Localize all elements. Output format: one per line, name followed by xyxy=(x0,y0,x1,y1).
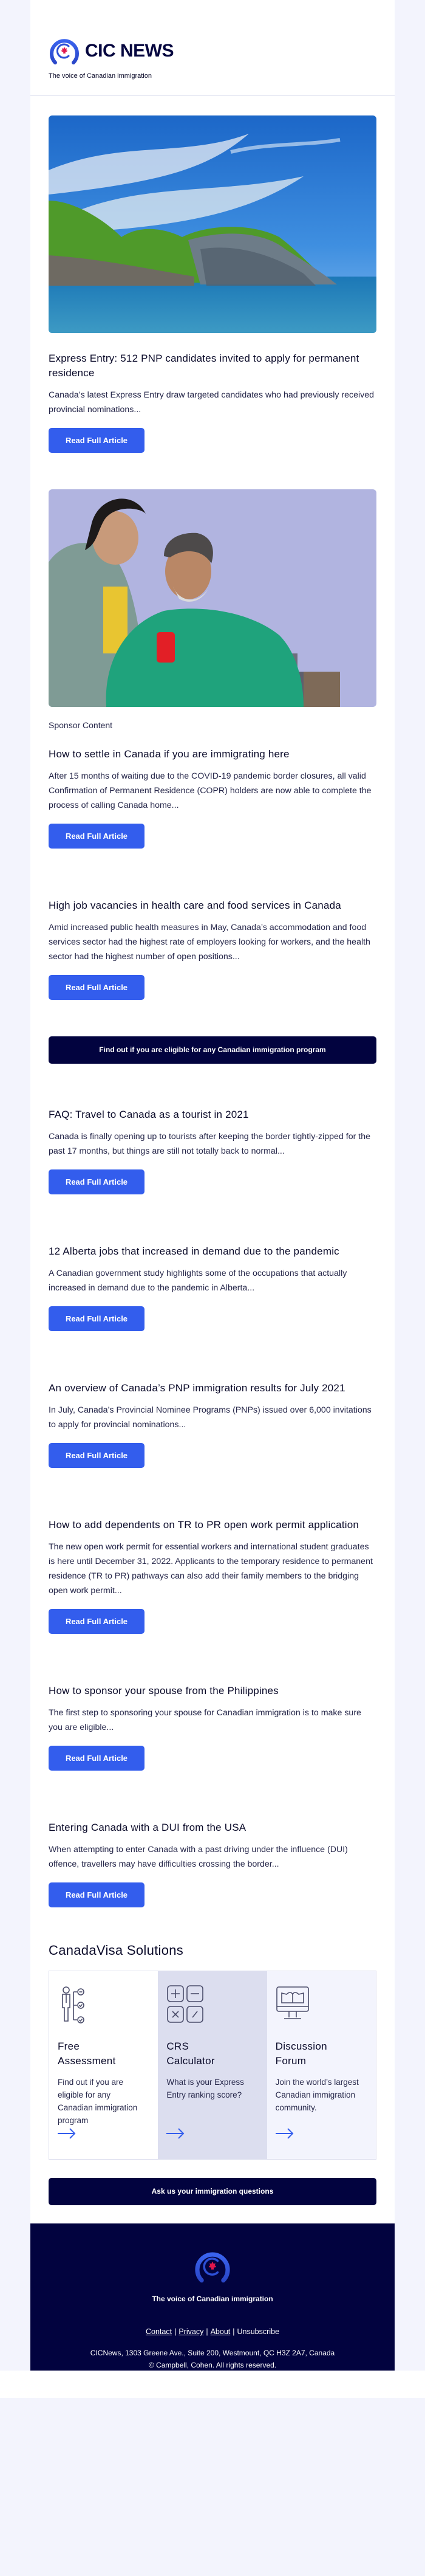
article-title[interactable]: An overview of Canada’s PNP immigration … xyxy=(49,1381,376,1396)
footer-link-privacy[interactable]: Privacy xyxy=(178,2327,203,2336)
forum-monitor-book-icon xyxy=(276,1986,309,2019)
assessment-checklist-icon xyxy=(62,1986,84,2023)
article-card: Entering Canada with a DUI from the USA … xyxy=(30,1771,395,1907)
brand-logo[interactable]: CIC NEWS xyxy=(49,35,376,67)
solution-description: Join the world’s largest Canadian immigr… xyxy=(275,2078,359,2112)
copyright: © Campbell, Cohen. All rights reserved. xyxy=(148,2361,277,2369)
article-card: Express Entry: 512 PNP candidates invite… xyxy=(30,96,395,453)
article-card: An overview of Canada’s PNP immigration … xyxy=(30,1331,395,1468)
address-line: CICNews, 1303 Greene Ave., Suite 200, We… xyxy=(90,2349,335,2357)
bottom-spacer xyxy=(0,2371,425,2398)
article-title[interactable]: How to add dependents on TR to PR open w… xyxy=(49,1518,376,1532)
article-title[interactable]: FAQ: Travel to Canada as a tourist in 20… xyxy=(49,1107,376,1122)
solution-card-crs-calculator[interactable]: CRS Calculator What is your Express Entr… xyxy=(158,1971,267,2159)
read-full-article-button[interactable]: Read Full Article xyxy=(49,975,144,1000)
footer-link-about[interactable]: About xyxy=(211,2327,231,2336)
tagline: The voice of Canadian immigration xyxy=(49,72,152,80)
solution-card-free-assessment[interactable]: Free Assessment Find out if you are elig… xyxy=(49,1971,158,2159)
brand-name: CIC NEWS xyxy=(85,41,174,61)
read-full-article-button[interactable]: Read Full Article xyxy=(49,428,144,453)
read-full-article-button[interactable]: Read Full Article xyxy=(49,1882,144,1907)
solution-title: CRS Calculator xyxy=(166,2040,215,2067)
article-card: How to add dependents on TR to PR open w… xyxy=(30,1468,395,1634)
article-card: How to sponsor your spouse from the Phil… xyxy=(30,1634,395,1771)
read-full-article-button[interactable]: Read Full Article xyxy=(49,824,144,849)
article-title[interactable]: How to settle in Canada if you are immig… xyxy=(49,747,376,762)
header: CIC NEWS The voice of Canadian immigrati… xyxy=(30,0,395,96)
solutions-grid: Free Assessment Find out if you are elig… xyxy=(49,1971,376,2160)
solution-description: Find out if you are eligible for any Can… xyxy=(58,2078,138,2125)
article-title[interactable]: 12 Alberta jobs that increased in demand… xyxy=(49,1244,376,1259)
read-full-article-button[interactable]: Read Full Article xyxy=(49,1306,144,1331)
footer-address: CICNews, 1303 Greene Ave., Suite 200, We… xyxy=(30,2347,395,2371)
article-description: The first step to sponsoring your spouse… xyxy=(49,1708,361,1732)
article-card-sponsored: Sponsor Content How to settle in Canada … xyxy=(30,453,395,849)
eligibility-cta-button[interactable]: Find out if you are eligible for any Can… xyxy=(49,1036,376,1064)
article-image-people-phone[interactable] xyxy=(49,489,376,707)
solution-card-discussion-forum[interactable]: Discussion Forum Join the world’s larges… xyxy=(267,1971,376,2159)
article-description: When attempting to enter Canada with a p… xyxy=(49,1845,348,1869)
solution-title: Free Assessment xyxy=(58,2040,116,2067)
article-description: After 15 months of waiting due to the CO… xyxy=(49,771,372,810)
solutions-heading: CanadaVisa Solutions xyxy=(49,1943,184,1958)
article-description: A Canadian government study highlights s… xyxy=(49,1269,347,1293)
solution-description: What is your Express Entry ranking score… xyxy=(166,2078,244,2099)
read-full-article-button[interactable]: Read Full Article xyxy=(49,1169,144,1194)
footer-links: Contact | Privacy | About | Unsubscribe xyxy=(30,2327,395,2336)
article-card: 12 Alberta jobs that increased in demand… xyxy=(30,1194,395,1331)
article-description: Canada is finally opening up to tourists… xyxy=(49,1132,370,1156)
article-title[interactable]: How to sponsor your spouse from the Phil… xyxy=(49,1684,376,1698)
cic-logo-icon[interactable] xyxy=(194,2248,231,2285)
newsletter: CIC NEWS The voice of Canadian immigrati… xyxy=(30,0,395,2371)
article-description: Amid increased public health measures in… xyxy=(49,923,370,962)
article-description: Canada’s latest Express Entry draw targe… xyxy=(49,390,375,415)
arrow-right-icon[interactable] xyxy=(275,2128,294,2139)
solution-title: Discussion Forum xyxy=(275,2040,327,2067)
footer-tagline: The voice of Canadian immigration xyxy=(152,2295,273,2303)
link-separator: | xyxy=(206,2327,208,2336)
article-description: In July, Canada’s Provincial Nominee Pro… xyxy=(49,1405,372,1430)
cic-logo-icon xyxy=(50,39,79,64)
link-separator: | xyxy=(174,2327,177,2336)
footer-link-contact[interactable]: Contact xyxy=(146,2327,172,2336)
read-full-article-button[interactable]: Read Full Article xyxy=(49,1609,144,1634)
article-title[interactable]: High job vacancies in health care and fo… xyxy=(49,898,376,913)
article-image-coastal-cliff[interactable] xyxy=(49,115,376,333)
article-description: The new open work permit for essential w… xyxy=(49,1542,373,1596)
footer-link-unsubscribe[interactable]: Unsubscribe xyxy=(237,2327,279,2336)
arrow-right-icon[interactable] xyxy=(58,2128,76,2139)
article-card: High job vacancies in health care and fo… xyxy=(30,849,395,1000)
calculator-icon xyxy=(167,1985,204,2023)
arrow-right-icon[interactable] xyxy=(166,2128,185,2139)
sponsor-content-label: Sponsor Content xyxy=(49,720,113,730)
link-separator: | xyxy=(233,2327,235,2336)
footer: The voice of Canadian immigration Contac… xyxy=(30,2223,395,2371)
read-full-article-button[interactable]: Read Full Article xyxy=(49,1443,144,1468)
read-full-article-button[interactable]: Read Full Article xyxy=(49,1746,144,1771)
ask-questions-cta-button[interactable]: Ask us your immigration questions xyxy=(49,2178,376,2205)
article-title[interactable]: Entering Canada with a DUI from the USA xyxy=(49,1820,376,1835)
article-title[interactable]: Express Entry: 512 PNP candidates invite… xyxy=(49,351,376,381)
article-card: FAQ: Travel to Canada as a tourist in 20… xyxy=(30,1064,395,1194)
